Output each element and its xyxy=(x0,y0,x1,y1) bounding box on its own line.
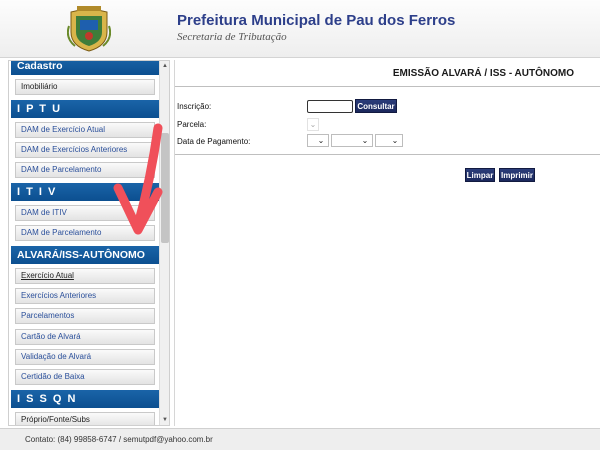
sidebar-item-itiv-parcelamento[interactable]: DAM de Parcelamento xyxy=(15,225,155,241)
sidebar-item-iptu-exercicio-atual[interactable]: DAM de Exercício Atual xyxy=(15,122,155,138)
org-subtitle: Secretaria de Tributação xyxy=(177,31,287,43)
main-panel: EMISSÃO ALVARÁ / ISS - AUTÔNOMO Inscriçã… xyxy=(174,60,600,426)
footer-contact: Contato: (84) 99858-6747 / semutpdf@yaho… xyxy=(25,435,213,444)
sidebar-item-iptu-exercicios-anteriores[interactable]: DAM de Exercícios Anteriores xyxy=(15,142,155,158)
sidebar-scrollbar[interactable]: ▲ ▼ xyxy=(159,61,169,425)
chevron-down-icon: ⌄ xyxy=(317,136,325,145)
sidebar-item-exercicio-atual[interactable]: Exercício Atual xyxy=(15,268,155,284)
scroll-up-icon[interactable]: ▲ xyxy=(161,62,169,70)
ano-select[interactable]: ⌄ xyxy=(375,134,403,147)
page-title: EMISSÃO ALVARÁ / ISS - AUTÔNOMO xyxy=(392,68,574,79)
parcela-select[interactable]: ⌄ xyxy=(307,118,319,131)
section-itiv: I T I V xyxy=(11,183,159,201)
section-alvara-iss: ALVARÁ/ISS-AUTÔNOMO xyxy=(11,246,159,264)
limpar-button[interactable]: Limpar xyxy=(465,168,495,182)
title-divider xyxy=(175,86,600,87)
sidebar-item-cartao-alvara[interactable]: Cartão de Alvará xyxy=(15,329,155,345)
scroll-thumb[interactable] xyxy=(161,133,169,243)
sidebar-item-iptu-parcelamento[interactable]: DAM de Parcelamento xyxy=(15,162,155,178)
sidebar-item-dam-itiv[interactable]: DAM de ITIV xyxy=(15,205,155,221)
section-cadastro: Cadastro xyxy=(11,61,159,75)
section-issqn: I S S Q N xyxy=(11,390,159,408)
sidebar-item-proprio-fonte-subs[interactable]: Próprio/Fonte/Subs xyxy=(15,412,155,425)
mes-select[interactable]: ⌄ xyxy=(331,134,373,147)
org-title: Prefeitura Municipal de Pau dos Ferros xyxy=(177,12,456,29)
chevron-down-icon: ⌄ xyxy=(391,136,399,145)
data-pagamento-label: Data de Pagamento: xyxy=(177,137,251,146)
municipal-crest-icon xyxy=(66,6,112,52)
sidebar: Cadastro Imobiliário I P T U DAM de Exer… xyxy=(8,60,170,426)
footer: Contato: (84) 99858-6747 / semutpdf@yaho… xyxy=(0,428,600,450)
form-divider xyxy=(175,154,600,155)
sidebar-item-parcelamentos[interactable]: Parcelamentos xyxy=(15,308,155,324)
sidebar-item-validacao-alvara[interactable]: Validação de Alvará xyxy=(15,349,155,365)
inscricao-label: Inscrição: xyxy=(177,102,212,111)
chevron-down-icon: ⌄ xyxy=(309,120,317,129)
dia-select[interactable]: ⌄ xyxy=(307,134,329,147)
consultar-button[interactable]: Consultar xyxy=(355,99,397,113)
sidebar-item-imobiliario[interactable]: Imobiliário xyxy=(15,79,155,95)
parcela-label: Parcela: xyxy=(177,120,207,129)
section-iptu: I P T U xyxy=(11,100,159,118)
page: Prefeitura Municipal de Pau dos Ferros S… xyxy=(0,0,600,450)
header: Prefeitura Municipal de Pau dos Ferros S… xyxy=(0,0,600,58)
inscricao-input[interactable] xyxy=(307,100,353,113)
scroll-down-icon[interactable]: ▼ xyxy=(161,416,169,424)
chevron-down-icon: ⌄ xyxy=(361,136,369,145)
imprimir-button[interactable]: Imprimir xyxy=(499,168,535,182)
sidebar-item-exercicios-anteriores[interactable]: Exercícios Anteriores xyxy=(15,288,155,304)
sidebar-item-certidao-baixa[interactable]: Certidão de Baixa xyxy=(15,369,155,385)
